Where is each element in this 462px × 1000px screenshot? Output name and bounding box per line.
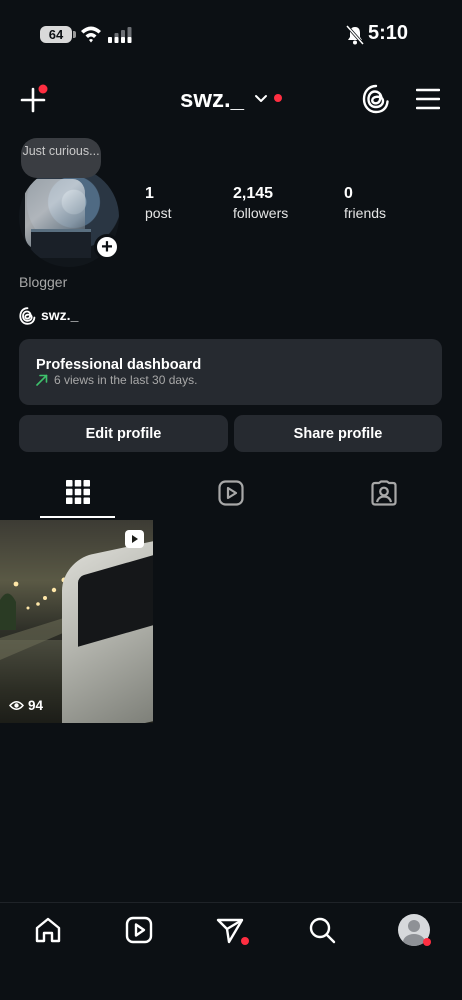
post-view-count: 94 bbox=[28, 698, 44, 713]
followers-count[interactable]: 2,145 bbox=[233, 185, 273, 203]
grid-icon[interactable] bbox=[66, 480, 90, 504]
new-post-icon[interactable] bbox=[20, 84, 50, 114]
friends-label: friends bbox=[344, 205, 387, 221]
bell-off-icon bbox=[346, 25, 364, 45]
add-story-icon[interactable]: + bbox=[94, 234, 120, 260]
reels-nav-icon[interactable] bbox=[125, 916, 153, 944]
share-profile-button[interactable]: Share profile bbox=[234, 415, 442, 452]
reels-icon[interactable] bbox=[218, 480, 244, 506]
signal-icon bbox=[108, 27, 132, 43]
home-icon[interactable] bbox=[34, 916, 62, 944]
friends-count[interactable]: 0 bbox=[344, 185, 353, 203]
active-tab-indicator bbox=[40, 516, 115, 518]
search-icon[interactable] bbox=[308, 916, 336, 944]
dashboard-title: Professional dashboard bbox=[36, 357, 202, 373]
wifi-icon bbox=[81, 26, 101, 43]
threads-handle-link[interactable]: swz._ bbox=[41, 307, 78, 323]
messages-notification-dot bbox=[241, 937, 249, 945]
trend-up-arrow-icon bbox=[36, 374, 48, 386]
chevron-down-icon[interactable] bbox=[254, 92, 268, 106]
eye-icon bbox=[9, 701, 24, 710]
send-icon[interactable] bbox=[216, 916, 244, 944]
threads-link-icon[interactable] bbox=[19, 307, 36, 325]
profile-username[interactable]: swz._ bbox=[180, 86, 244, 114]
account-notification-dot bbox=[274, 94, 282, 102]
battery-indicator: 64 bbox=[40, 26, 76, 43]
dashboard-subtitle: 6 views in the last 30 days. bbox=[54, 373, 198, 387]
status-time: 5:10 bbox=[368, 22, 409, 44]
posts-count[interactable]: 1 bbox=[145, 185, 154, 203]
menu-icon[interactable] bbox=[416, 88, 440, 110]
profile-bio: Blogger bbox=[19, 274, 68, 290]
post-tile[interactable] bbox=[0, 520, 153, 723]
tagged-icon[interactable] bbox=[371, 480, 397, 506]
profile-notification-dot bbox=[423, 938, 431, 946]
followers-label: followers bbox=[233, 205, 289, 221]
edit-profile-button[interactable]: Edit profile bbox=[19, 415, 228, 452]
posts-label: post bbox=[145, 205, 172, 221]
reel-badge-icon bbox=[125, 530, 144, 548]
threads-icon[interactable] bbox=[362, 84, 390, 114]
note-bubble[interactable]: Just curious... bbox=[21, 138, 101, 178]
